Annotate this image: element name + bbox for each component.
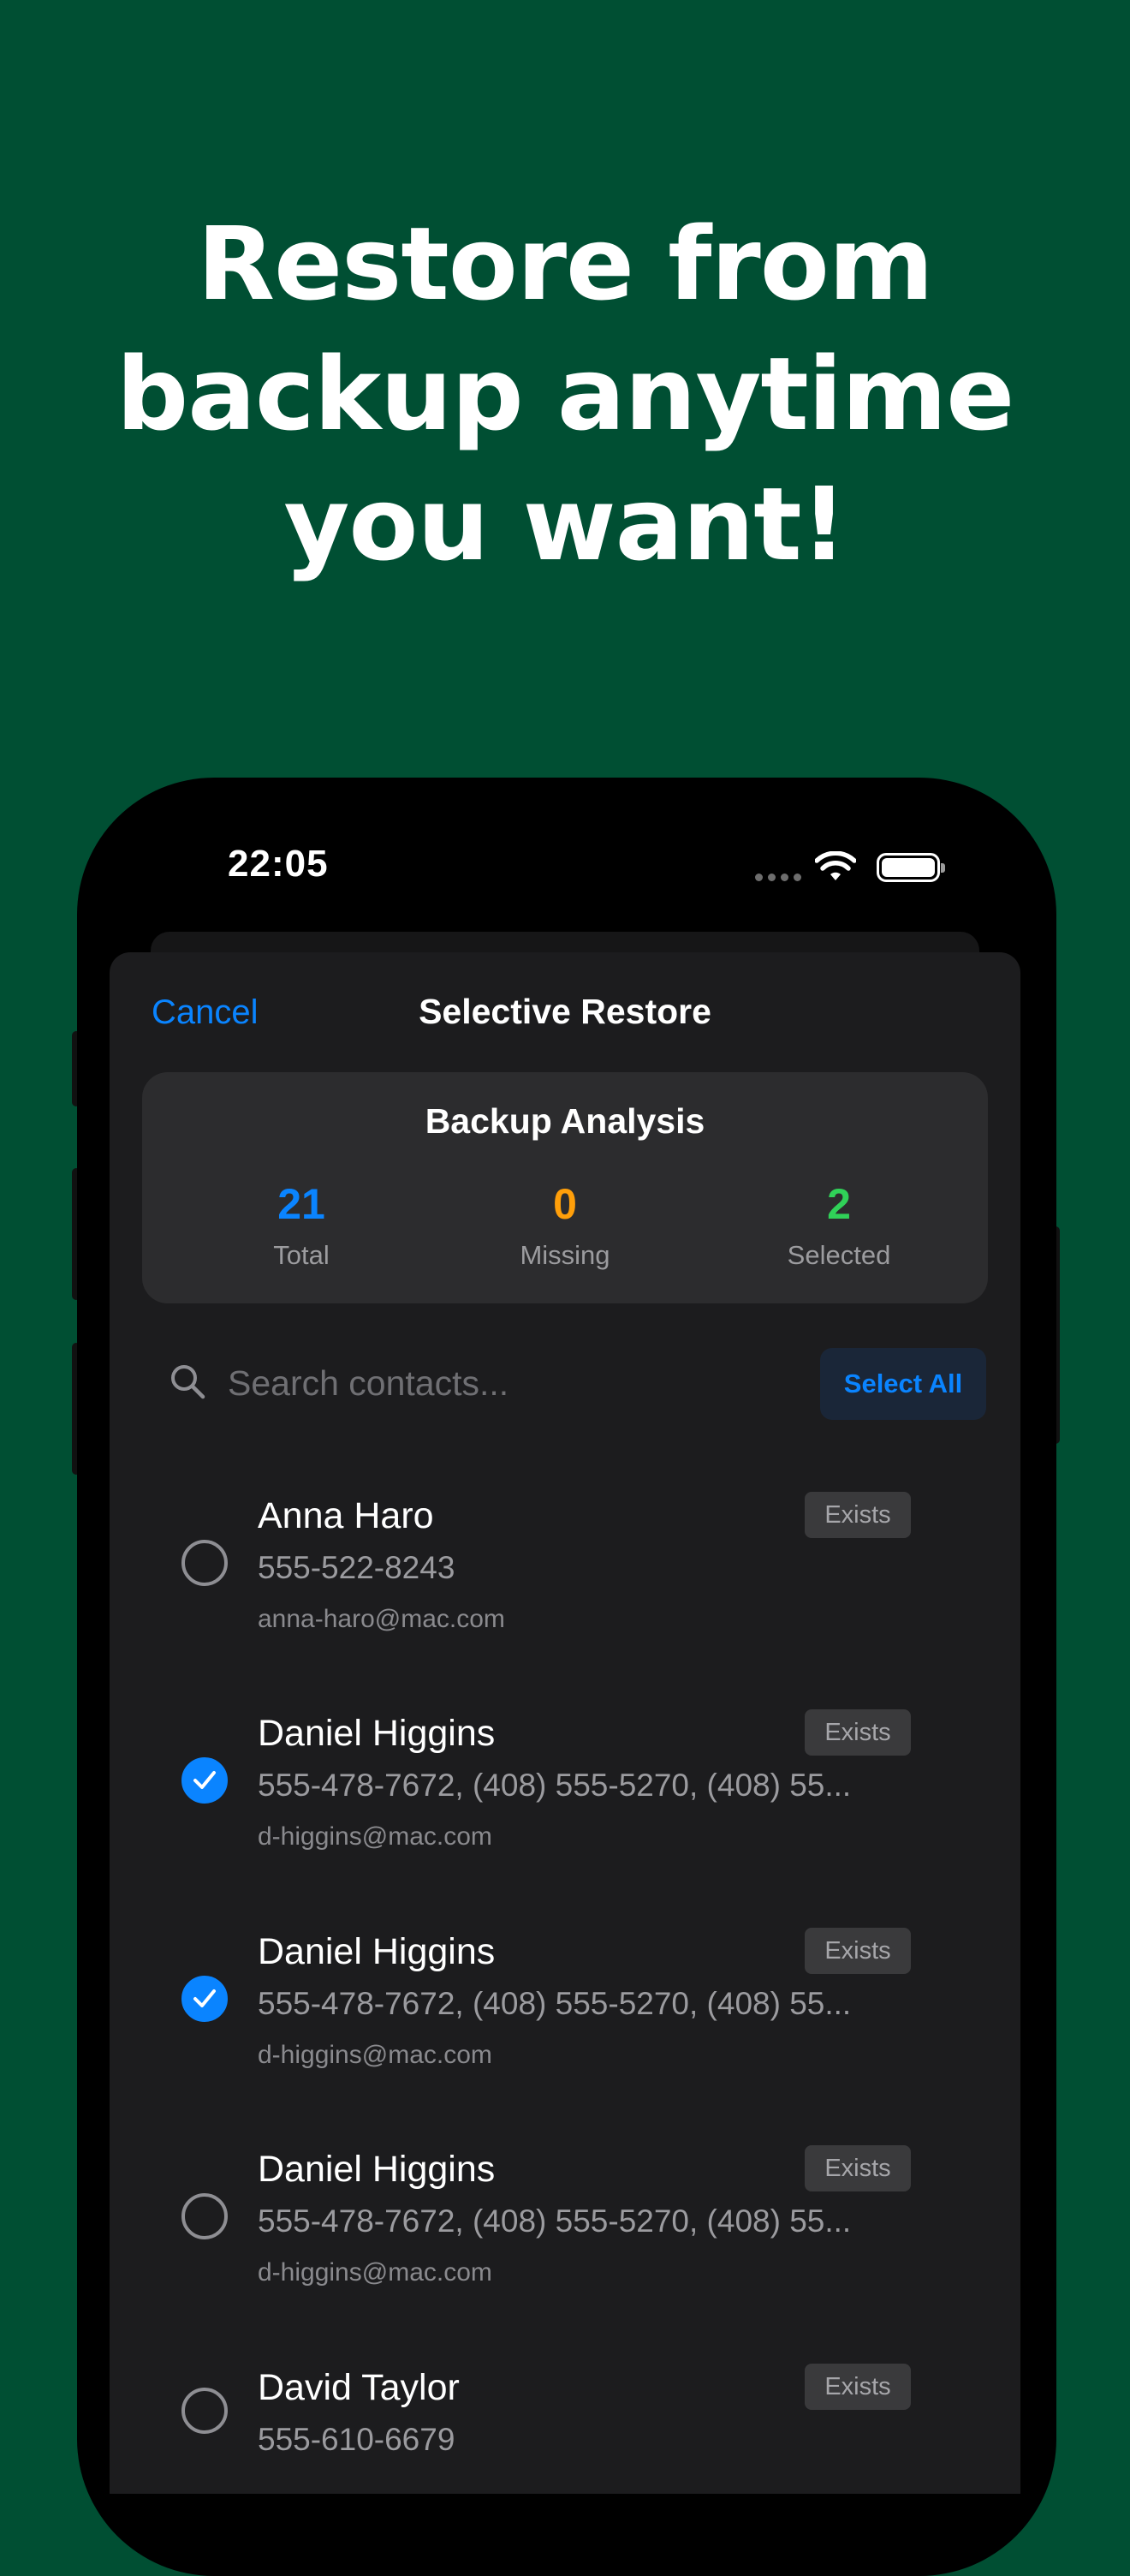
select-all-button[interactable]: Select All [820,1348,986,1420]
selection-circle[interactable] [181,1976,228,2022]
stat-label: Total [273,1240,330,1270]
contact-row[interactable]: Daniel Higgins 555-478-7672, (408) 555-5… [110,2130,1020,2347]
contact-email: anna-haro@mac.com [258,1605,505,1633]
contact-phone: 555-478-7672, (408) 555-5270, (408) 55..… [258,1986,852,2021]
status-badge: Exists [805,2145,911,2191]
stat-value: 0 [553,1180,577,1228]
contact-email: d-higgins@mac.com [258,1822,492,1851]
contact-name: Daniel Higgins [258,2149,496,2190]
headline-line: Restore from [197,205,933,323]
stat-value: 2 [827,1180,851,1228]
status-badge: Exists [805,1709,911,1756]
selection-circle[interactable] [181,1540,228,1586]
selection-circle[interactable] [181,2193,228,2239]
checkmark-icon [193,1771,216,1789]
cancel-button[interactable]: Cancel [152,993,259,1032]
contact-name: Anna Haro [258,1495,434,1536]
contact-phone: 555-478-7672, (408) 555-5270, (408) 55..… [258,2203,852,2239]
stat-missing: 0 Missing [437,1178,693,1271]
battery-icon [877,853,945,882]
stat-value: 21 [277,1180,325,1228]
cellular-dots-icon [755,874,801,881]
wifi-icon [815,851,856,880]
contact-email: d-higgins@mac.com [258,2041,492,2069]
contact-name: David Taylor [258,2367,460,2408]
search-icon [171,1365,205,1399]
analysis-title: Backup Analysis [425,1101,705,1141]
contact-phone: 555-478-7672, (408) 555-5270, (408) 55..… [258,1768,852,1803]
contact-phone: 555-610-6679 [258,2422,455,2457]
search-input[interactable] [228,1358,793,1408]
stat-label: Selected [787,1240,891,1270]
backup-analysis-card: Backup Analysis 21 Total 0 Missing 2 Sel… [142,1072,988,1303]
contact-row[interactable]: Anna Haro 555-522-8243 anna-haro@mac.com… [110,1476,1020,1694]
checkmark-icon [193,1989,216,2007]
status-badge: Exists [805,2364,911,2410]
stat-selected: 2 Selected [711,1178,967,1271]
page-title: Selective Restore [419,992,711,1031]
stat-label: Missing [520,1240,610,1270]
selection-circle[interactable] [181,2388,228,2434]
contact-email: d-higgins@mac.com [258,2258,492,2287]
contact-name: Daniel Higgins [258,1713,496,1754]
headline-line: you want! [283,465,848,583]
status-badge: Exists [805,1492,911,1538]
contact-row[interactable]: Daniel Higgins 555-478-7672, (408) 555-5… [110,1912,1020,2130]
status-time: 22:05 [228,843,329,885]
contact-name: Daniel Higgins [258,1931,496,1972]
headline: Restore from backup anytime you want! [0,199,1130,589]
contact-phone: 555-522-8243 [258,1550,455,1585]
contact-row[interactable]: David Taylor 555-610-6679 Exists [110,2348,1020,2566]
stat-total: 21 Total [173,1178,430,1271]
selection-circle[interactable] [181,1757,228,1804]
contact-row[interactable]: Daniel Higgins 555-478-7672, (408) 555-5… [110,1694,1020,1911]
headline-line: backup anytime [116,335,1014,453]
status-badge: Exists [805,1928,911,1974]
